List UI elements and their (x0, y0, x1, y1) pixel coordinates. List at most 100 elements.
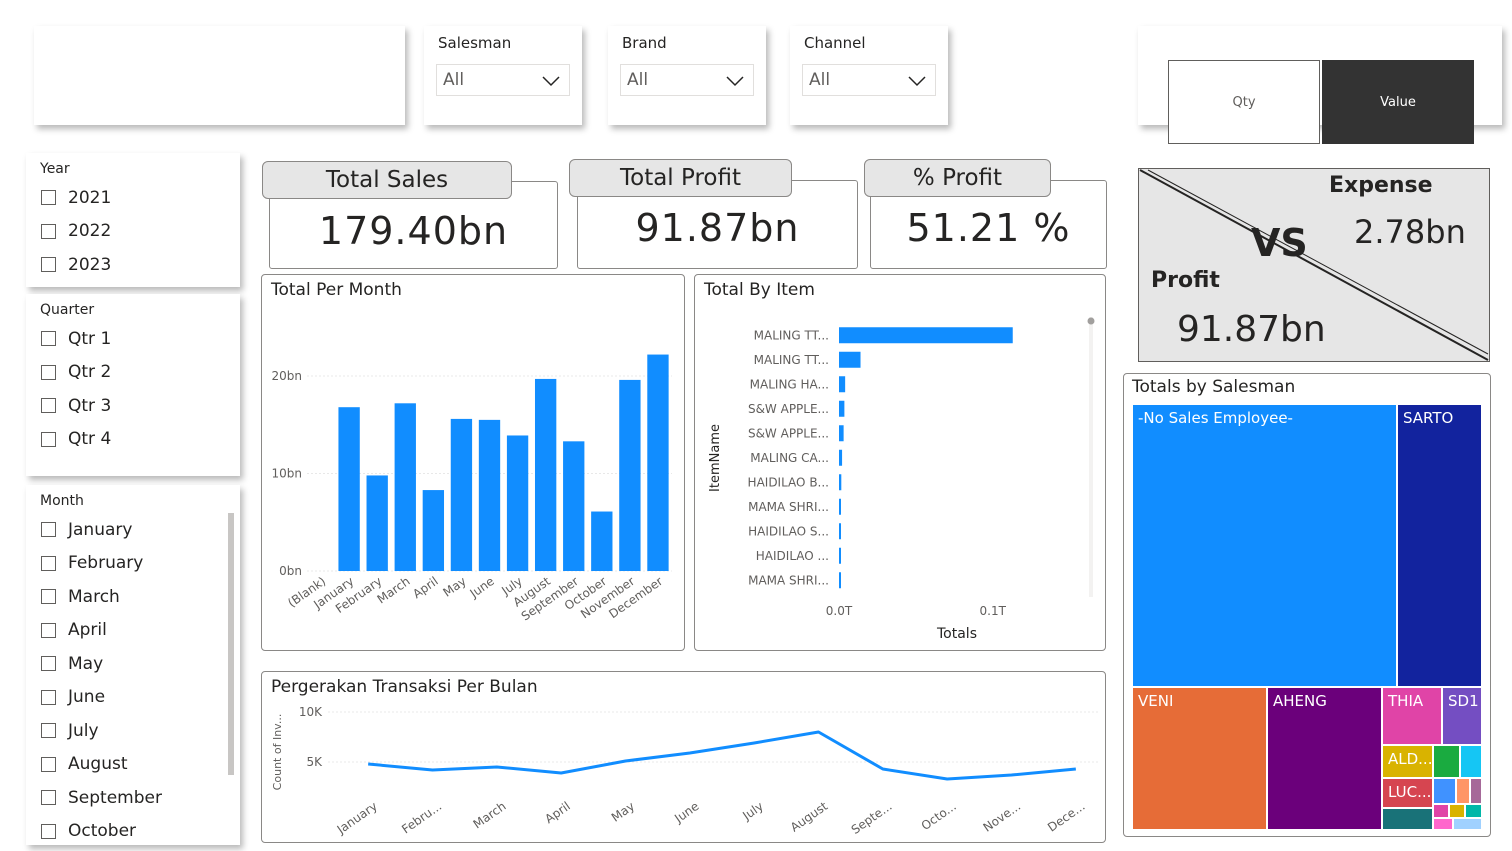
treemap-cell[interactable]: VENI (1132, 687, 1267, 830)
checkbox[interactable] (41, 756, 56, 772)
treemap-cell[interactable] (1433, 745, 1460, 778)
expense-label: Expense (1329, 173, 1433, 198)
chevron-down-icon (542, 76, 560, 87)
treemap-cell[interactable] (1382, 808, 1433, 830)
treemap-cell[interactable]: ALD... (1382, 745, 1433, 778)
treemap-cell[interactable]: -No Sales Employee- (1132, 404, 1397, 687)
year-option[interactable]: 2022 (41, 215, 111, 249)
y-tick-label: HAIDILAO B... (748, 475, 829, 489)
checkbox[interactable] (41, 823, 56, 839)
checkbox[interactable] (41, 656, 56, 672)
bar (839, 376, 846, 393)
qty-button[interactable]: Qty (1168, 60, 1320, 144)
checkbox[interactable] (41, 790, 56, 806)
checkbox[interactable] (41, 398, 56, 414)
checkbox[interactable] (41, 190, 56, 206)
checkbox[interactable] (41, 431, 56, 447)
checkbox[interactable] (41, 555, 56, 571)
quarter-option-label: Qtr 3 (68, 395, 112, 416)
month-option-label: January (68, 519, 133, 540)
treemap-cell[interactable]: LUC... (1382, 778, 1433, 808)
treemap-cell[interactable] (1433, 818, 1453, 830)
treemap-cell[interactable] (1456, 778, 1470, 804)
year-option[interactable]: 2021 (41, 181, 111, 215)
blank-card (34, 26, 405, 125)
x-tick-label: March (375, 574, 413, 606)
x-tick-label: Septe... (849, 799, 895, 837)
checkbox[interactable] (41, 723, 56, 739)
transaction-line-svg: 5K 10K Count of Inv... January Febru... March… (271, 705, 1100, 837)
checkbox[interactable] (41, 522, 56, 538)
checkbox[interactable] (41, 689, 56, 705)
treemap-cell[interactable] (1465, 804, 1482, 818)
total-profit-tab: Total Profit (569, 159, 792, 197)
channel-dropdown[interactable]: All (802, 64, 936, 96)
checkbox[interactable] (41, 364, 56, 380)
treemap-cell[interactable] (1433, 804, 1449, 818)
month-option[interactable]: February (41, 547, 162, 581)
bar (839, 498, 841, 515)
total-profit-value: 91.87bn (635, 206, 800, 250)
treemap-cell[interactable] (1470, 778, 1482, 804)
month-option[interactable]: January (41, 513, 162, 547)
quarter-option[interactable]: Qtr 2 (41, 356, 111, 390)
qty-button-label: Qty (1232, 94, 1256, 110)
y-tick-label: 0bn (279, 564, 302, 578)
bar (591, 511, 613, 571)
treemap-label: -No Sales Employee- (1138, 409, 1293, 427)
transaction-line-chart: Pergerakan Transaksi Per Bulan 5K 10K Coun… (261, 671, 1106, 843)
bar (839, 425, 844, 442)
year-option[interactable]: 2023 (41, 248, 111, 282)
checkbox[interactable] (41, 223, 56, 239)
treemap-cell[interactable] (1433, 778, 1456, 804)
checkbox[interactable] (41, 589, 56, 605)
month-option[interactable]: April (41, 614, 162, 648)
month-option[interactable]: March (41, 580, 162, 614)
checkbox[interactable] (41, 622, 56, 638)
value-button[interactable]: Value (1322, 60, 1474, 144)
month-option-label: September (68, 787, 162, 808)
channel-filter: Channel All (790, 26, 948, 125)
month-slicer-scrollbar[interactable] (228, 513, 234, 775)
treemap-cell[interactable] (1449, 804, 1465, 818)
treemap-cell[interactable]: SARTO (1397, 404, 1482, 687)
month-option[interactable]: June (41, 681, 162, 715)
quarter-option-label: Qtr 2 (68, 362, 112, 383)
quarter-option[interactable]: Qtr 3 (41, 389, 111, 423)
channel-filter-label: Channel (804, 34, 866, 52)
month-option-label: April (68, 620, 107, 641)
treemap-label: VENI (1138, 692, 1174, 710)
checkbox[interactable] (41, 331, 56, 347)
bar (534, 378, 557, 571)
bar (647, 354, 669, 571)
month-option-label: October (68, 821, 137, 842)
treemap-cell[interactable]: THIA (1382, 687, 1442, 745)
x-tick-label: August (788, 799, 831, 835)
month-option-label: May (68, 653, 104, 674)
salesman-dropdown[interactable]: All (436, 64, 570, 96)
treemap-cell[interactable] (1453, 818, 1482, 830)
measure-toggle: Qty Value (1138, 26, 1502, 144)
month-option[interactable]: May (41, 647, 162, 681)
x-tick-label: July (739, 799, 766, 823)
brand-dropdown[interactable]: All (620, 64, 754, 96)
month-option[interactable]: August (41, 748, 162, 782)
month-option[interactable]: July (41, 714, 162, 748)
month-option-label: February (68, 553, 144, 574)
month-option[interactable]: September (41, 781, 162, 815)
treemap-cell[interactable]: AHENG (1267, 687, 1382, 830)
treemap-cell[interactable]: SD1 (1442, 687, 1482, 745)
month-slicer: Month January February March April May J… (26, 485, 240, 845)
treemap-cell[interactable] (1460, 745, 1482, 778)
bar (839, 449, 843, 466)
month-option[interactable]: October (41, 815, 162, 846)
checkbox[interactable] (41, 257, 56, 273)
year-option-label: 2021 (68, 187, 112, 208)
quarter-option[interactable]: Qtr 4 (41, 423, 111, 457)
quarter-option[interactable]: Qtr 1 (41, 322, 111, 356)
series-line (368, 730, 1076, 781)
brand-filter: Brand All (608, 26, 766, 125)
treemap-label: THIA (1388, 692, 1424, 710)
x-tick-label: Febru... (399, 799, 444, 836)
y-axis-title: ItemName (708, 424, 723, 492)
